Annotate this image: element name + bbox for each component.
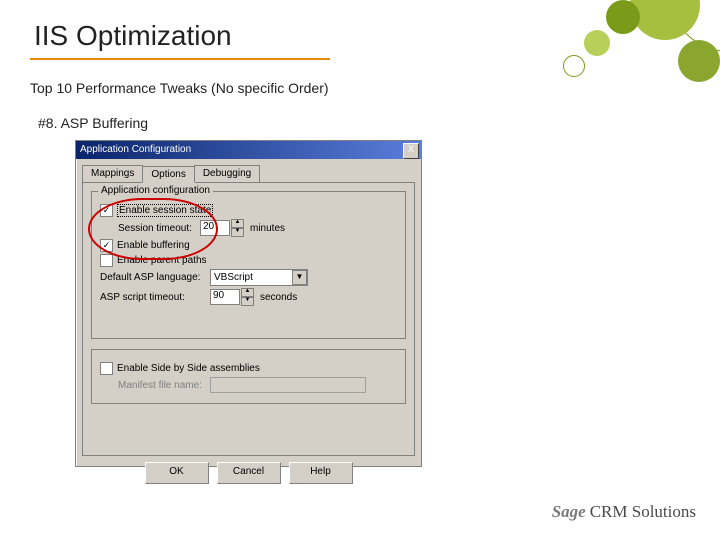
logo-brand-a: Sage bbox=[552, 502, 586, 521]
checkbox-enable-session[interactable]: ✓ bbox=[100, 204, 113, 217]
chevron-down-icon[interactable]: ▼ bbox=[231, 228, 244, 237]
cancel-button[interactable]: Cancel bbox=[217, 462, 281, 484]
label-seconds: seconds bbox=[260, 292, 297, 303]
slide-title: IIS Optimization bbox=[34, 20, 232, 52]
label-enable-session: Enable session state bbox=[117, 204, 213, 217]
label-session-timeout: Session timeout: bbox=[118, 223, 200, 234]
dialog-buttons: OK Cancel Help bbox=[76, 462, 421, 484]
label-asp-script-timeout: ASP script timeout: bbox=[100, 292, 210, 303]
manifest-file-input bbox=[210, 377, 366, 393]
chevron-down-icon[interactable]: ▼ bbox=[241, 297, 254, 306]
dialog-titlebar: Application Configuration X bbox=[76, 141, 421, 159]
dialog-title-text: Application Configuration bbox=[80, 144, 191, 155]
label-manifest-file: Manifest file name: bbox=[118, 380, 210, 391]
app-config-dialog: Application Configuration X Mappings Opt… bbox=[75, 140, 422, 467]
label-minutes: minutes bbox=[250, 223, 285, 234]
label-default-asp-language: Default ASP language: bbox=[100, 272, 210, 283]
tab-mappings[interactable]: Mappings bbox=[82, 165, 143, 182]
spinner-session-timeout[interactable]: 20 ▲▼ bbox=[200, 219, 244, 237]
tab-options[interactable]: Options bbox=[142, 166, 194, 183]
ok-button[interactable]: OK bbox=[145, 462, 209, 484]
slide-subtitle: Top 10 Performance Tweaks (No specific O… bbox=[30, 80, 329, 96]
dialog-tabs: Mappings Options Debugging bbox=[82, 165, 415, 182]
title-underline bbox=[30, 58, 330, 60]
label-enable-sxs: Enable Side by Side assemblies bbox=[117, 363, 260, 374]
label-enable-buffering: Enable buffering bbox=[117, 240, 190, 251]
spinner-script-timeout[interactable]: 90 ▲▼ bbox=[210, 288, 254, 306]
chevron-up-icon[interactable]: ▲ bbox=[241, 288, 254, 297]
session-timeout-input[interactable]: 20 bbox=[200, 220, 230, 236]
help-button[interactable]: Help bbox=[289, 462, 353, 484]
close-button[interactable]: X bbox=[403, 143, 419, 159]
group-sxs: Enable Side by Side assemblies Manifest … bbox=[91, 349, 406, 404]
decorative-swirls bbox=[500, 0, 720, 120]
footer-logo: SageCRM Solutions bbox=[552, 502, 696, 522]
slide-item: #8. ASP Buffering bbox=[38, 115, 148, 131]
tab-panel-options: Application configuration ✓ Enable sessi… bbox=[82, 182, 415, 456]
checkbox-enable-parent-paths[interactable] bbox=[100, 254, 113, 267]
group-app-config-legend: Application configuration bbox=[98, 185, 213, 196]
script-timeout-input[interactable]: 90 bbox=[210, 289, 240, 305]
checkbox-enable-buffering[interactable]: ✓ bbox=[100, 239, 113, 252]
select-default-asp-language-value: VBScript bbox=[211, 272, 292, 283]
chevron-up-icon[interactable]: ▲ bbox=[231, 219, 244, 228]
select-default-asp-language[interactable]: VBScript ▼ bbox=[210, 269, 308, 286]
logo-brand-b: CRM Solutions bbox=[590, 502, 696, 521]
checkbox-enable-sxs[interactable] bbox=[100, 362, 113, 375]
chevron-down-icon[interactable]: ▼ bbox=[292, 270, 307, 285]
group-app-config: Application configuration ✓ Enable sessi… bbox=[91, 191, 406, 339]
tab-debugging[interactable]: Debugging bbox=[194, 165, 260, 182]
label-enable-parent-paths: Enable parent paths bbox=[117, 255, 207, 266]
